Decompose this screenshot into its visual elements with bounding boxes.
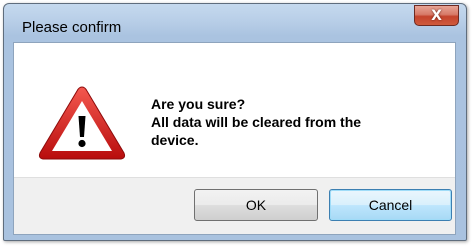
warning-triangle-icon <box>38 86 126 160</box>
message-line: All data will be cleared from the <box>151 114 362 130</box>
window-title: Please confirm <box>22 19 122 36</box>
dialog-content: Are you sure? All data will be cleared f… <box>13 42 456 235</box>
button-bar: OK Cancel <box>14 177 455 234</box>
title-bar[interactable]: Please confirm X <box>4 4 466 42</box>
close-icon: X <box>431 7 442 24</box>
message-line: Are you sure? <box>151 96 246 112</box>
ok-button[interactable]: OK <box>194 189 318 221</box>
dialog-window: Please confirm X Are you sure? All data … <box>3 3 467 241</box>
message-line: device. <box>151 132 199 148</box>
close-button[interactable]: X <box>414 5 459 26</box>
confirmation-message: Are you sure? All data will be cleared f… <box>151 95 361 149</box>
cancel-button[interactable]: Cancel <box>329 189 452 221</box>
